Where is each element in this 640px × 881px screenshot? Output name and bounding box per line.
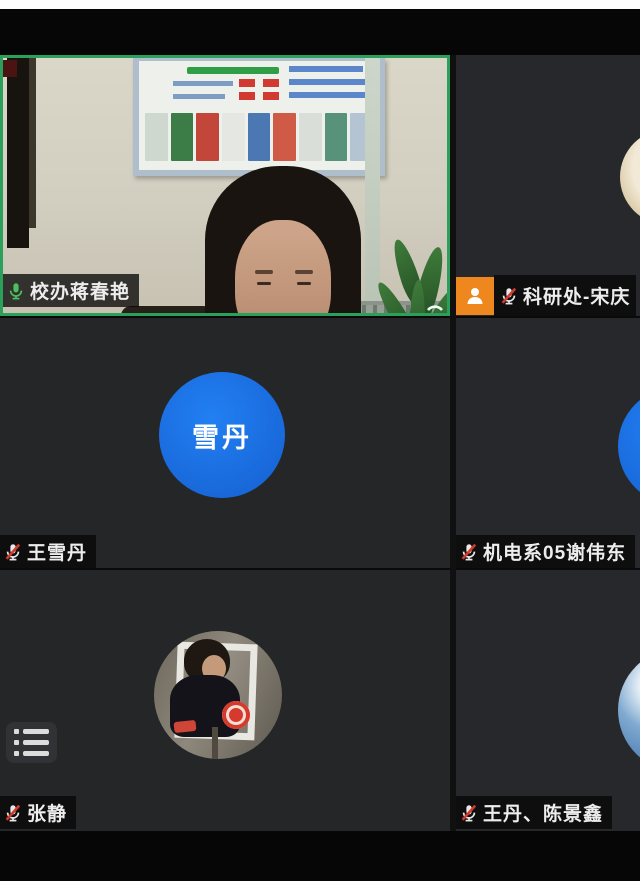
participant-name-label: 王丹、陈景鑫 — [456, 796, 612, 829]
list-indicator-icon — [6, 722, 57, 763]
hand-raised-badge — [456, 277, 494, 315]
participant-tile-4[interactable]: 机电系05谢伟东 — [456, 318, 640, 568]
avatar-initials: 雪丹 — [159, 372, 285, 498]
participant-tile-1-active-speaker[interactable]: 校办蒋春艳 — [0, 55, 450, 316]
mic-muted-icon — [459, 803, 479, 823]
meeting-gallery: 校办蒋春艳 科研处-宋庆 — [0, 0, 640, 881]
tile-divider — [450, 55, 456, 831]
letterbox-top — [0, 9, 640, 55]
mic-on-icon — [6, 281, 26, 301]
participant-name: 科研处-宋庆 — [523, 282, 630, 309]
person-icon — [463, 284, 487, 308]
avatar-photo — [154, 631, 282, 759]
participant-name-label: 王雪丹 — [0, 535, 96, 568]
participant-name-label: 张静 — [0, 796, 76, 829]
avatar-initials-partial — [618, 387, 640, 505]
participant-name: 机电系05谢伟东 — [483, 538, 626, 565]
avatar-initials-text: 雪丹 — [192, 416, 252, 455]
avatar-photo-partial — [620, 129, 640, 225]
avatar-photo-partial — [618, 648, 640, 772]
letterbox-bottom — [0, 831, 640, 881]
wall-poster — [133, 58, 385, 176]
participant-tile-3[interactable]: 雪丹 王雪丹 — [0, 318, 450, 568]
signal-quality-icon — [425, 298, 445, 311]
mic-muted-icon — [499, 286, 519, 306]
mic-muted-icon — [3, 803, 23, 823]
participant-name: 王雪丹 — [27, 538, 87, 565]
participant-tile-2[interactable]: 科研处-宋庆 — [456, 55, 640, 316]
mic-muted-icon — [3, 542, 23, 562]
participant-tile-6[interactable]: 王丹、陈景鑫 — [456, 570, 640, 831]
participant-name: 张静 — [27, 799, 67, 826]
participant-name-label: 校办蒋春艳 — [3, 274, 139, 307]
participant-name-label: 机电系05谢伟东 — [456, 535, 635, 568]
participant-name-label: 科研处-宋庆 — [494, 275, 636, 316]
participant-tile-5[interactable]: 张静 — [0, 570, 450, 831]
window-top-strip — [0, 0, 640, 9]
participant-name: 校办蒋春艳 — [30, 277, 130, 304]
participant-name: 王丹、陈景鑫 — [483, 799, 603, 826]
mic-muted-icon — [459, 542, 479, 562]
